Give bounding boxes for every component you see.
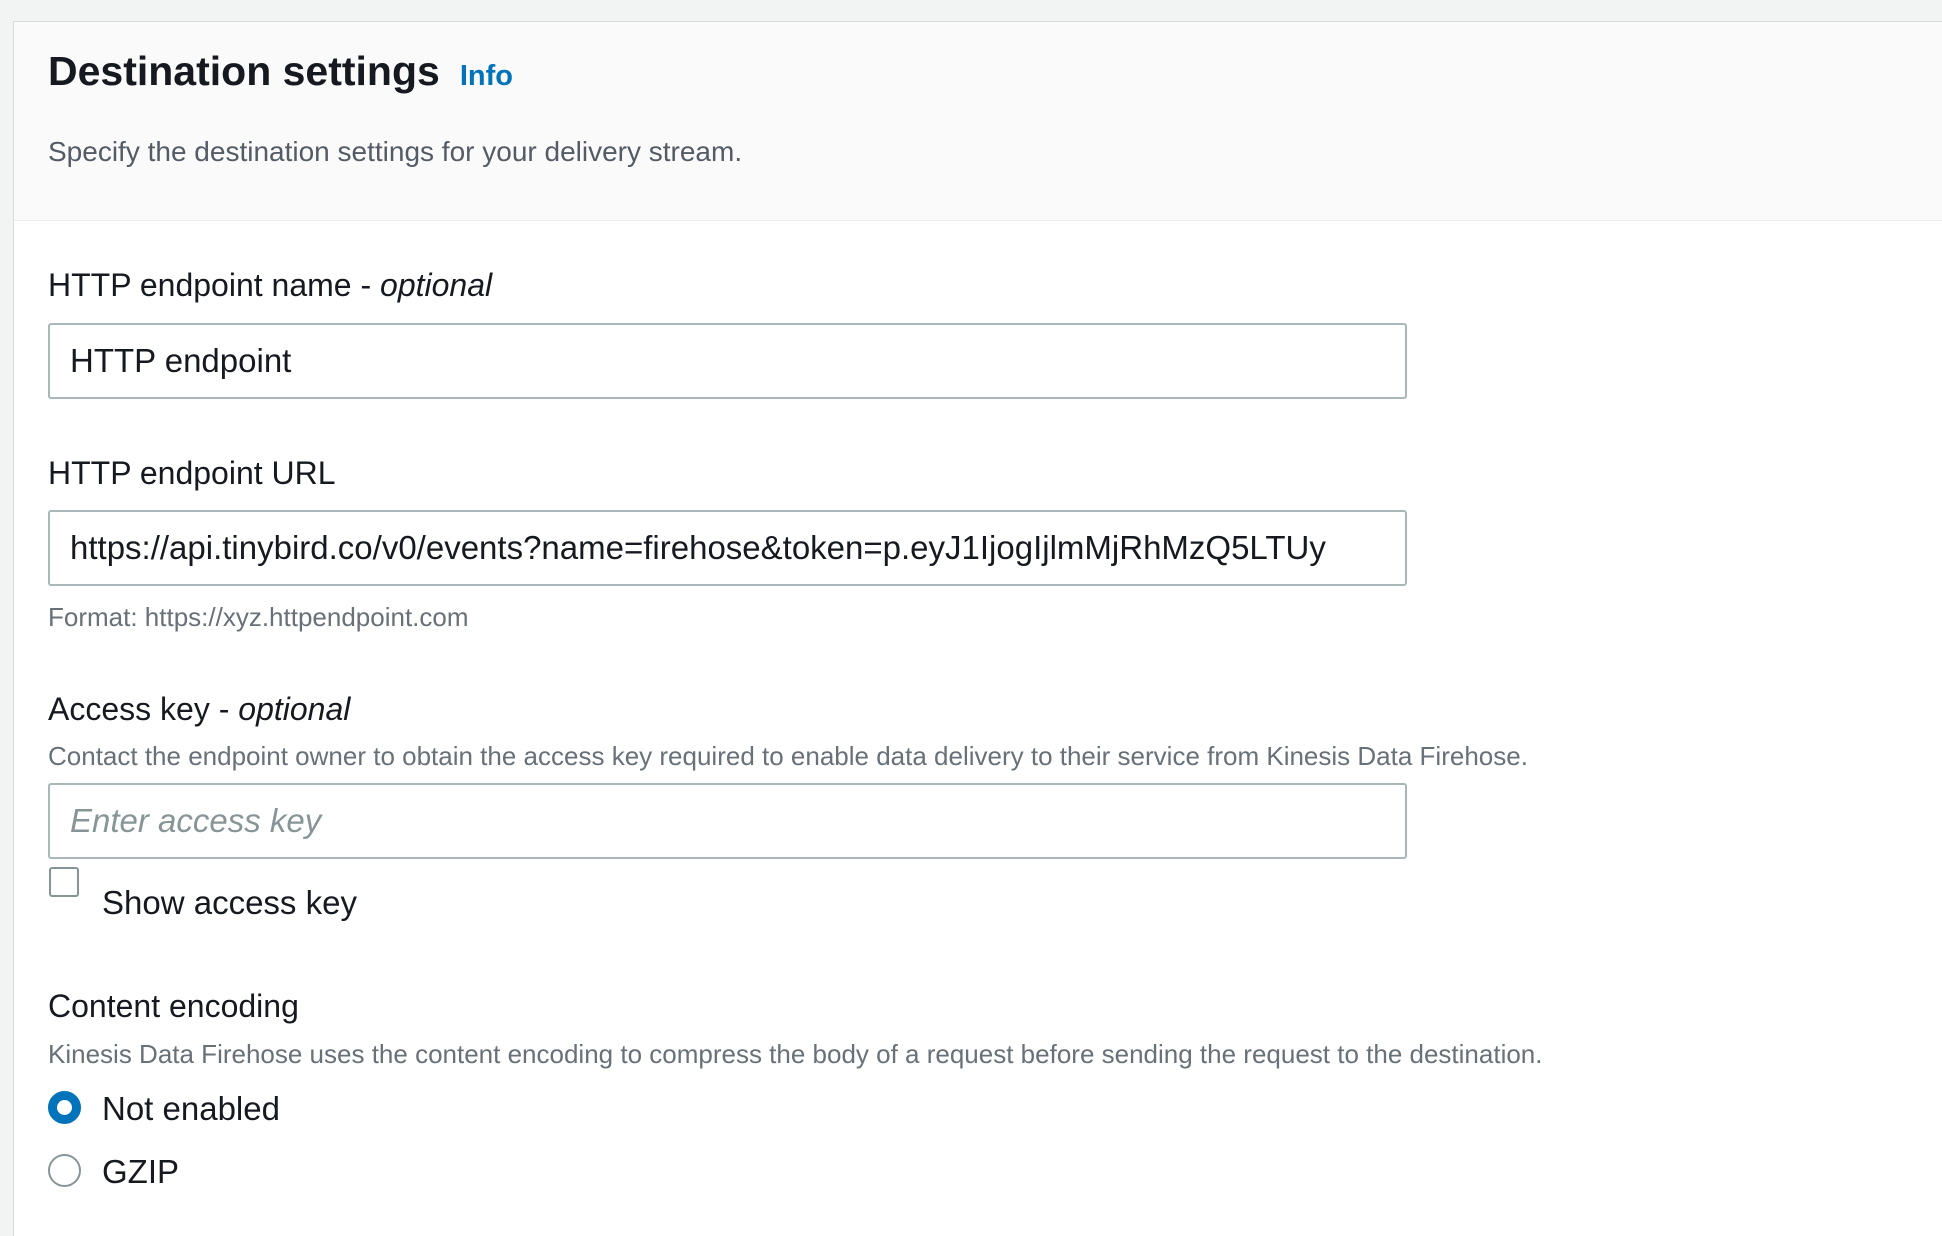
endpoint-url-label: HTTP endpoint URL bbox=[48, 455, 336, 491]
endpoint-name-label: HTTP endpoint name - optional bbox=[48, 267, 492, 304]
endpoint-url-input[interactable] bbox=[48, 510, 1407, 586]
radio-not-enabled-label[interactable]: Not enabled bbox=[102, 1090, 280, 1128]
access-key-label-text: Access key - bbox=[48, 691, 239, 727]
access-key-input[interactable] bbox=[48, 783, 1407, 859]
show-access-key-checkbox[interactable] bbox=[49, 867, 79, 897]
show-access-key-label[interactable]: Show access key bbox=[102, 884, 357, 922]
optional-tag: optional bbox=[238, 691, 351, 727]
optional-tag: optional bbox=[380, 267, 493, 303]
endpoint-name-input[interactable] bbox=[48, 323, 1407, 399]
title-row: Destination settings Info bbox=[48, 48, 513, 95]
endpoint-name-label-text: HTTP endpoint name - bbox=[48, 267, 381, 303]
page-subtitle: Specify the destination settings for you… bbox=[48, 136, 743, 167]
content-encoding-description: Kinesis Data Firehose uses the content e… bbox=[48, 1039, 1543, 1069]
access-key-description: Contact the endpoint owner to obtain the… bbox=[48, 741, 1528, 771]
info-link[interactable]: Info bbox=[460, 60, 513, 93]
page-title: Destination settings bbox=[48, 48, 440, 94]
radio-not-enabled[interactable] bbox=[48, 1091, 81, 1124]
endpoint-url-hint: Format: https://xyz.httpendpoint.com bbox=[48, 602, 469, 632]
access-key-label: Access key - optional bbox=[48, 691, 350, 728]
radio-gzip-label[interactable]: GZIP bbox=[102, 1153, 179, 1191]
content-encoding-label: Content encoding bbox=[48, 988, 299, 1024]
radio-gzip[interactable] bbox=[48, 1154, 81, 1187]
